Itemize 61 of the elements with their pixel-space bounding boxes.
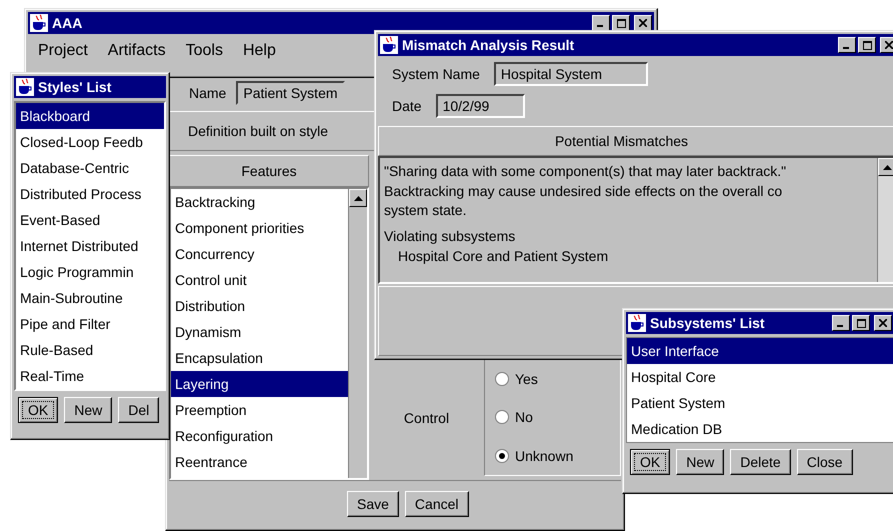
dialog-button[interactable]: Save	[347, 491, 399, 517]
features-heading: Features	[169, 155, 369, 187]
option-label: Yes	[515, 371, 538, 388]
list-item[interactable]: Distribution	[171, 293, 348, 319]
dialog-button[interactable]: Del	[118, 397, 160, 423]
date-label: Date	[392, 98, 422, 114]
dialog-button[interactable]: OK	[18, 397, 58, 423]
control-label: Control	[402, 410, 450, 426]
window-title: Subsystems' List	[650, 315, 765, 331]
menu-item[interactable]: Help	[242, 42, 276, 60]
list-item[interactable]: Patient System	[627, 390, 893, 416]
list-item[interactable]: Rule-Based	[16, 337, 164, 363]
list-item[interactable]: Backtracking	[171, 189, 348, 215]
list-item[interactable]: Blackboard	[16, 103, 164, 129]
system-name-label: System Name	[392, 66, 480, 82]
list-item[interactable]: Internet Distributed	[16, 233, 164, 259]
list-item[interactable]: Preemption	[171, 397, 348, 423]
name-field[interactable]: Patient System	[236, 81, 345, 105]
list-item[interactable]: Real-Time	[16, 363, 164, 389]
list-item[interactable]: Pipe and Filter	[16, 311, 164, 337]
menu-item[interactable]: Tools	[186, 42, 223, 60]
list-item[interactable]: User Interface	[627, 338, 893, 364]
list-item[interactable]: Logic Programmin	[16, 259, 164, 285]
list-item[interactable]: Hospital Core	[627, 364, 893, 390]
dialog-button[interactable]: New	[64, 397, 112, 423]
list-item[interactable]: Main-Subroutine	[16, 285, 164, 311]
window-title: Mismatch Analysis Result	[402, 37, 574, 53]
text-line: system state.	[384, 201, 468, 220]
definition-label: Definition built on style	[188, 123, 328, 139]
list-item[interactable]: Medication DB	[627, 416, 893, 442]
menu-item[interactable]: Project	[38, 42, 88, 60]
window-title: AAA	[52, 15, 82, 31]
system-name-field[interactable]: Hospital System	[494, 62, 648, 86]
list-item[interactable]: Encapsulation	[171, 345, 348, 371]
list-item[interactable]: Distributed Process	[16, 181, 164, 207]
text-line: "Sharing data with some component(s) that may later backtrack."	[384, 162, 788, 181]
text-line: Hospital Core and Patient System	[397, 247, 610, 266]
text-line: Violating subsystems	[384, 227, 516, 246]
list-item[interactable]: Control unit	[171, 267, 348, 293]
mismatches-heading: Potential Mismatches	[378, 126, 893, 156]
dialog-button[interactable]: Delete	[730, 449, 791, 475]
option-label: No	[515, 409, 533, 426]
dialog-button[interactable]: OK	[630, 449, 670, 475]
list-item[interactable]: Closed-Loop Feedb	[16, 129, 164, 155]
list-item[interactable]: Layering	[171, 371, 348, 397]
dialog-button[interactable]: Cancel	[404, 491, 469, 517]
list-item[interactable]: Reentrance	[171, 449, 348, 475]
list-item[interactable]: Reconfiguration	[171, 423, 348, 449]
dialog-button[interactable]: Close	[796, 449, 853, 475]
dialog-button[interactable]: New	[676, 449, 724, 475]
list-item[interactable]: Event-Based	[16, 207, 164, 233]
window-title: Styles' List	[38, 79, 112, 95]
name-label: Name	[189, 85, 226, 101]
list-item[interactable]: Component priorities	[171, 215, 348, 241]
menu-item[interactable]: Artifacts	[108, 42, 166, 60]
list-item[interactable]: Concurrency	[171, 241, 348, 267]
option-label: Unknown	[515, 448, 574, 464]
text-line: Backtracking may cause undesired side effects on the overall co	[384, 182, 784, 201]
date-field[interactable]: 10/2/99	[436, 94, 525, 118]
list-item[interactable]: Dynamism	[171, 319, 348, 345]
list-item[interactable]: Database-Centric	[16, 155, 164, 181]
